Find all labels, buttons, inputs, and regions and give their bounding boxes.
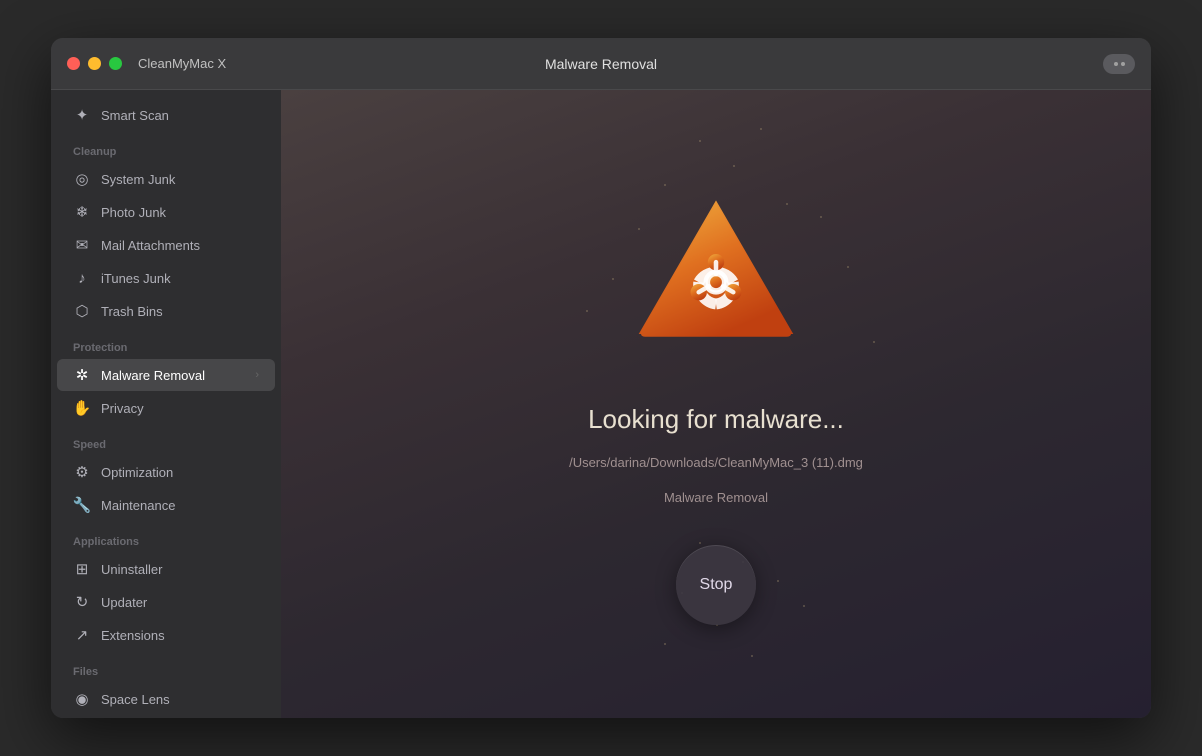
sidebar-item-itunes-junk[interactable]: ♪ iTunes Junk (57, 262, 275, 294)
photo-junk-icon: ❄ (73, 203, 91, 221)
titlebar-title: Malware Removal (545, 56, 657, 72)
extensions-icon: ↗ (73, 626, 91, 644)
sidebar-item-mail-attachments[interactable]: ✉ Mail Attachments (57, 229, 275, 261)
sidebar-section-protection: Protection (51, 328, 281, 358)
sidebar-item-uninstaller[interactable]: ⊞ Uninstaller (57, 553, 275, 585)
sidebar-item-updater[interactable]: ↻ Updater (57, 586, 275, 618)
sidebar-section-cleanup: Cleanup (51, 132, 281, 162)
mail-attachments-icon: ✉ (73, 236, 91, 254)
sidebar-item-maintenance[interactable]: 🔧 Maintenance (57, 489, 275, 521)
malware-removal-icon: ✲ (73, 366, 91, 384)
system-junk-icon: ◎ (73, 170, 91, 188)
itunes-junk-icon: ♪ (73, 269, 91, 287)
minimize-button[interactable] (88, 57, 101, 70)
sidebar-section-applications: Applications (51, 522, 281, 552)
sidebar-item-smart-scan[interactable]: ✦ Smart Scan (57, 99, 275, 131)
sidebar-label-mail-attachments: Mail Attachments (101, 238, 200, 253)
sidebar-label-extensions: Extensions (101, 628, 165, 643)
sidebar-item-extensions[interactable]: ↗ Extensions (57, 619, 275, 651)
uninstaller-icon: ⊞ (73, 560, 91, 578)
sidebar-item-space-lens[interactable]: ◉ Space Lens (57, 683, 275, 715)
sidebar-label-photo-junk: Photo Junk (101, 205, 166, 220)
updater-icon: ↻ (73, 593, 91, 611)
privacy-icon: ✋ (73, 399, 91, 417)
file-path: /Users/darina/Downloads/CleanMyMac_3 (11… (569, 455, 863, 470)
sidebar-label-smart-scan: Smart Scan (101, 108, 169, 123)
sidebar-item-photo-junk[interactable]: ❄ Photo Junk (57, 196, 275, 228)
app-window: CleanMyMac X Malware Removal ✦ Smart Sca… (51, 38, 1151, 718)
maintenance-icon: 🔧 (73, 496, 91, 514)
sidebar-label-optimization: Optimization (101, 465, 173, 480)
maximize-button[interactable] (109, 57, 122, 70)
sidebar-item-optimization[interactable]: ⚙ Optimization (57, 456, 275, 488)
status-title: Looking for malware... (588, 404, 844, 435)
close-button[interactable] (67, 57, 80, 70)
optimization-icon: ⚙ (73, 463, 91, 481)
sidebar-item-large-old-files[interactable]: 📁 Large & Old Files (57, 716, 275, 718)
content-area: ✦ Smart Scan Cleanup ◎ System Junk ❄ Pho… (51, 90, 1151, 718)
more-options-button[interactable] (1103, 54, 1135, 74)
sidebar-label-malware-removal: Malware Removal (101, 368, 205, 383)
sidebar-label-uninstaller: Uninstaller (101, 562, 162, 577)
sidebar-label-system-junk: System Junk (101, 172, 175, 187)
sidebar: ✦ Smart Scan Cleanup ◎ System Junk ❄ Pho… (51, 90, 281, 718)
main-content: Looking for malware... /Users/darina/Dow… (569, 184, 863, 625)
sidebar-item-privacy[interactable]: ✋ Privacy (57, 392, 275, 424)
biohazard-icon (616, 184, 816, 384)
sidebar-label-privacy: Privacy (101, 401, 144, 416)
sidebar-section-files: Files (51, 652, 281, 682)
sidebar-item-system-junk[interactable]: ◎ System Junk (57, 163, 275, 195)
dot-2 (1121, 62, 1125, 66)
sidebar-label-itunes-junk: iTunes Junk (101, 271, 171, 286)
sidebar-item-trash-bins[interactable]: ⬡ Trash Bins (57, 295, 275, 327)
sidebar-label-trash-bins: Trash Bins (101, 304, 163, 319)
sidebar-label-updater: Updater (101, 595, 147, 610)
sidebar-label-space-lens: Space Lens (101, 692, 170, 707)
titlebar: CleanMyMac X Malware Removal (51, 38, 1151, 90)
traffic-lights (67, 57, 122, 70)
app-title: CleanMyMac X (138, 56, 226, 71)
stop-button[interactable]: Stop (676, 545, 756, 625)
status-sublabel: Malware Removal (664, 490, 768, 505)
dot-1 (1114, 62, 1118, 66)
space-lens-icon: ◉ (73, 690, 91, 708)
sidebar-section-speed: Speed (51, 425, 281, 455)
chevron-right-icon: › (255, 369, 259, 381)
trash-bins-icon: ⬡ (73, 302, 91, 320)
main-panel: Looking for malware... /Users/darina/Dow… (281, 90, 1151, 718)
sidebar-item-malware-removal[interactable]: ✲ Malware Removal › (57, 359, 275, 391)
sidebar-label-maintenance: Maintenance (101, 498, 175, 513)
smart-scan-icon: ✦ (73, 106, 91, 124)
